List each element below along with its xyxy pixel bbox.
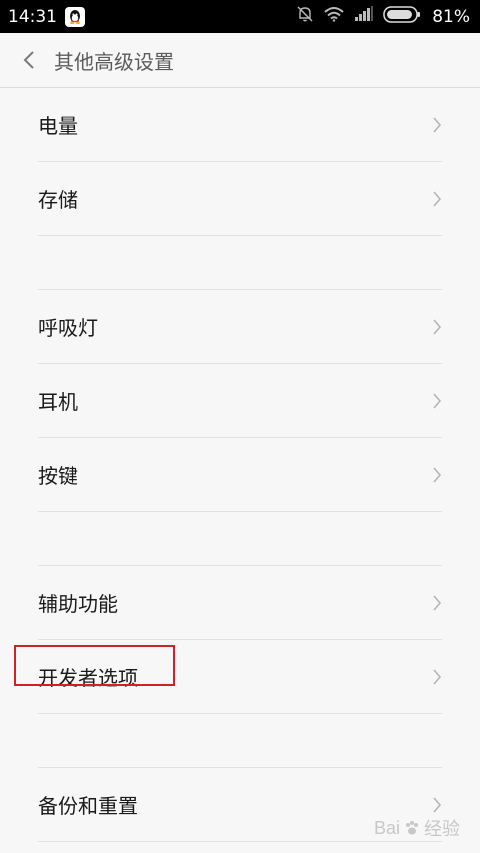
chevron-right-icon <box>433 116 442 133</box>
item-label: 呼吸灯 <box>38 316 98 340</box>
settings-item-accessibility[interactable]: 辅助功能 <box>38 566 442 640</box>
paw-icon <box>406 821 418 835</box>
chevron-left-icon <box>23 51 34 69</box>
settings-item-headphones[interactable]: 耳机 <box>38 364 442 438</box>
highlight-annotation-box <box>14 645 175 686</box>
status-icons: 81% <box>296 5 470 28</box>
section-gap <box>38 236 442 290</box>
chevron-right-icon <box>433 796 442 813</box>
settings-item-buttons[interactable]: 按键 <box>38 438 442 512</box>
settings-item-notification-light[interactable]: 呼吸灯 <box>38 290 442 364</box>
chevron-right-icon <box>433 594 442 611</box>
watermark-text-b: 经验 <box>424 819 460 839</box>
battery-level: 81% <box>432 6 470 27</box>
chevron-right-icon <box>433 392 442 409</box>
qq-icon <box>65 6 85 27</box>
item-label: 电量 <box>38 114 78 138</box>
watermark-text-a: Bai <box>373 817 400 838</box>
item-label: 存储 <box>38 188 78 212</box>
item-label: 备份和重置 <box>38 794 138 818</box>
item-label: 辅助功能 <box>38 592 118 616</box>
chevron-right-icon <box>433 466 442 483</box>
section-gap <box>38 714 442 768</box>
wifi-icon <box>323 6 345 27</box>
header: 其他高级设置 <box>0 33 480 88</box>
settings-item-battery[interactable]: 电量 <box>38 88 442 162</box>
chevron-right-icon <box>433 318 442 335</box>
signal-icon <box>354 6 374 27</box>
mute-bell-icon <box>296 5 314 28</box>
chevron-right-icon <box>433 668 442 685</box>
settings-list: 电量 存储 呼吸灯 耳机 按键 辅助功能 开发者选项 备份和重置 <box>0 88 480 842</box>
settings-item-storage[interactable]: 存储 <box>38 162 442 236</box>
status-time: 14:31 <box>8 6 57 27</box>
item-label: 按键 <box>38 464 78 488</box>
section-gap <box>38 512 442 566</box>
back-button[interactable] <box>6 33 52 88</box>
battery-icon <box>383 5 421 28</box>
item-label: 耳机 <box>38 390 78 414</box>
baidu-jingyan-watermark: Bai 经验 <box>374 815 460 841</box>
chevron-right-icon <box>433 190 442 207</box>
page-title: 其他高级设置 <box>54 49 174 74</box>
status-bar: 14:31 81% <box>0 0 480 33</box>
